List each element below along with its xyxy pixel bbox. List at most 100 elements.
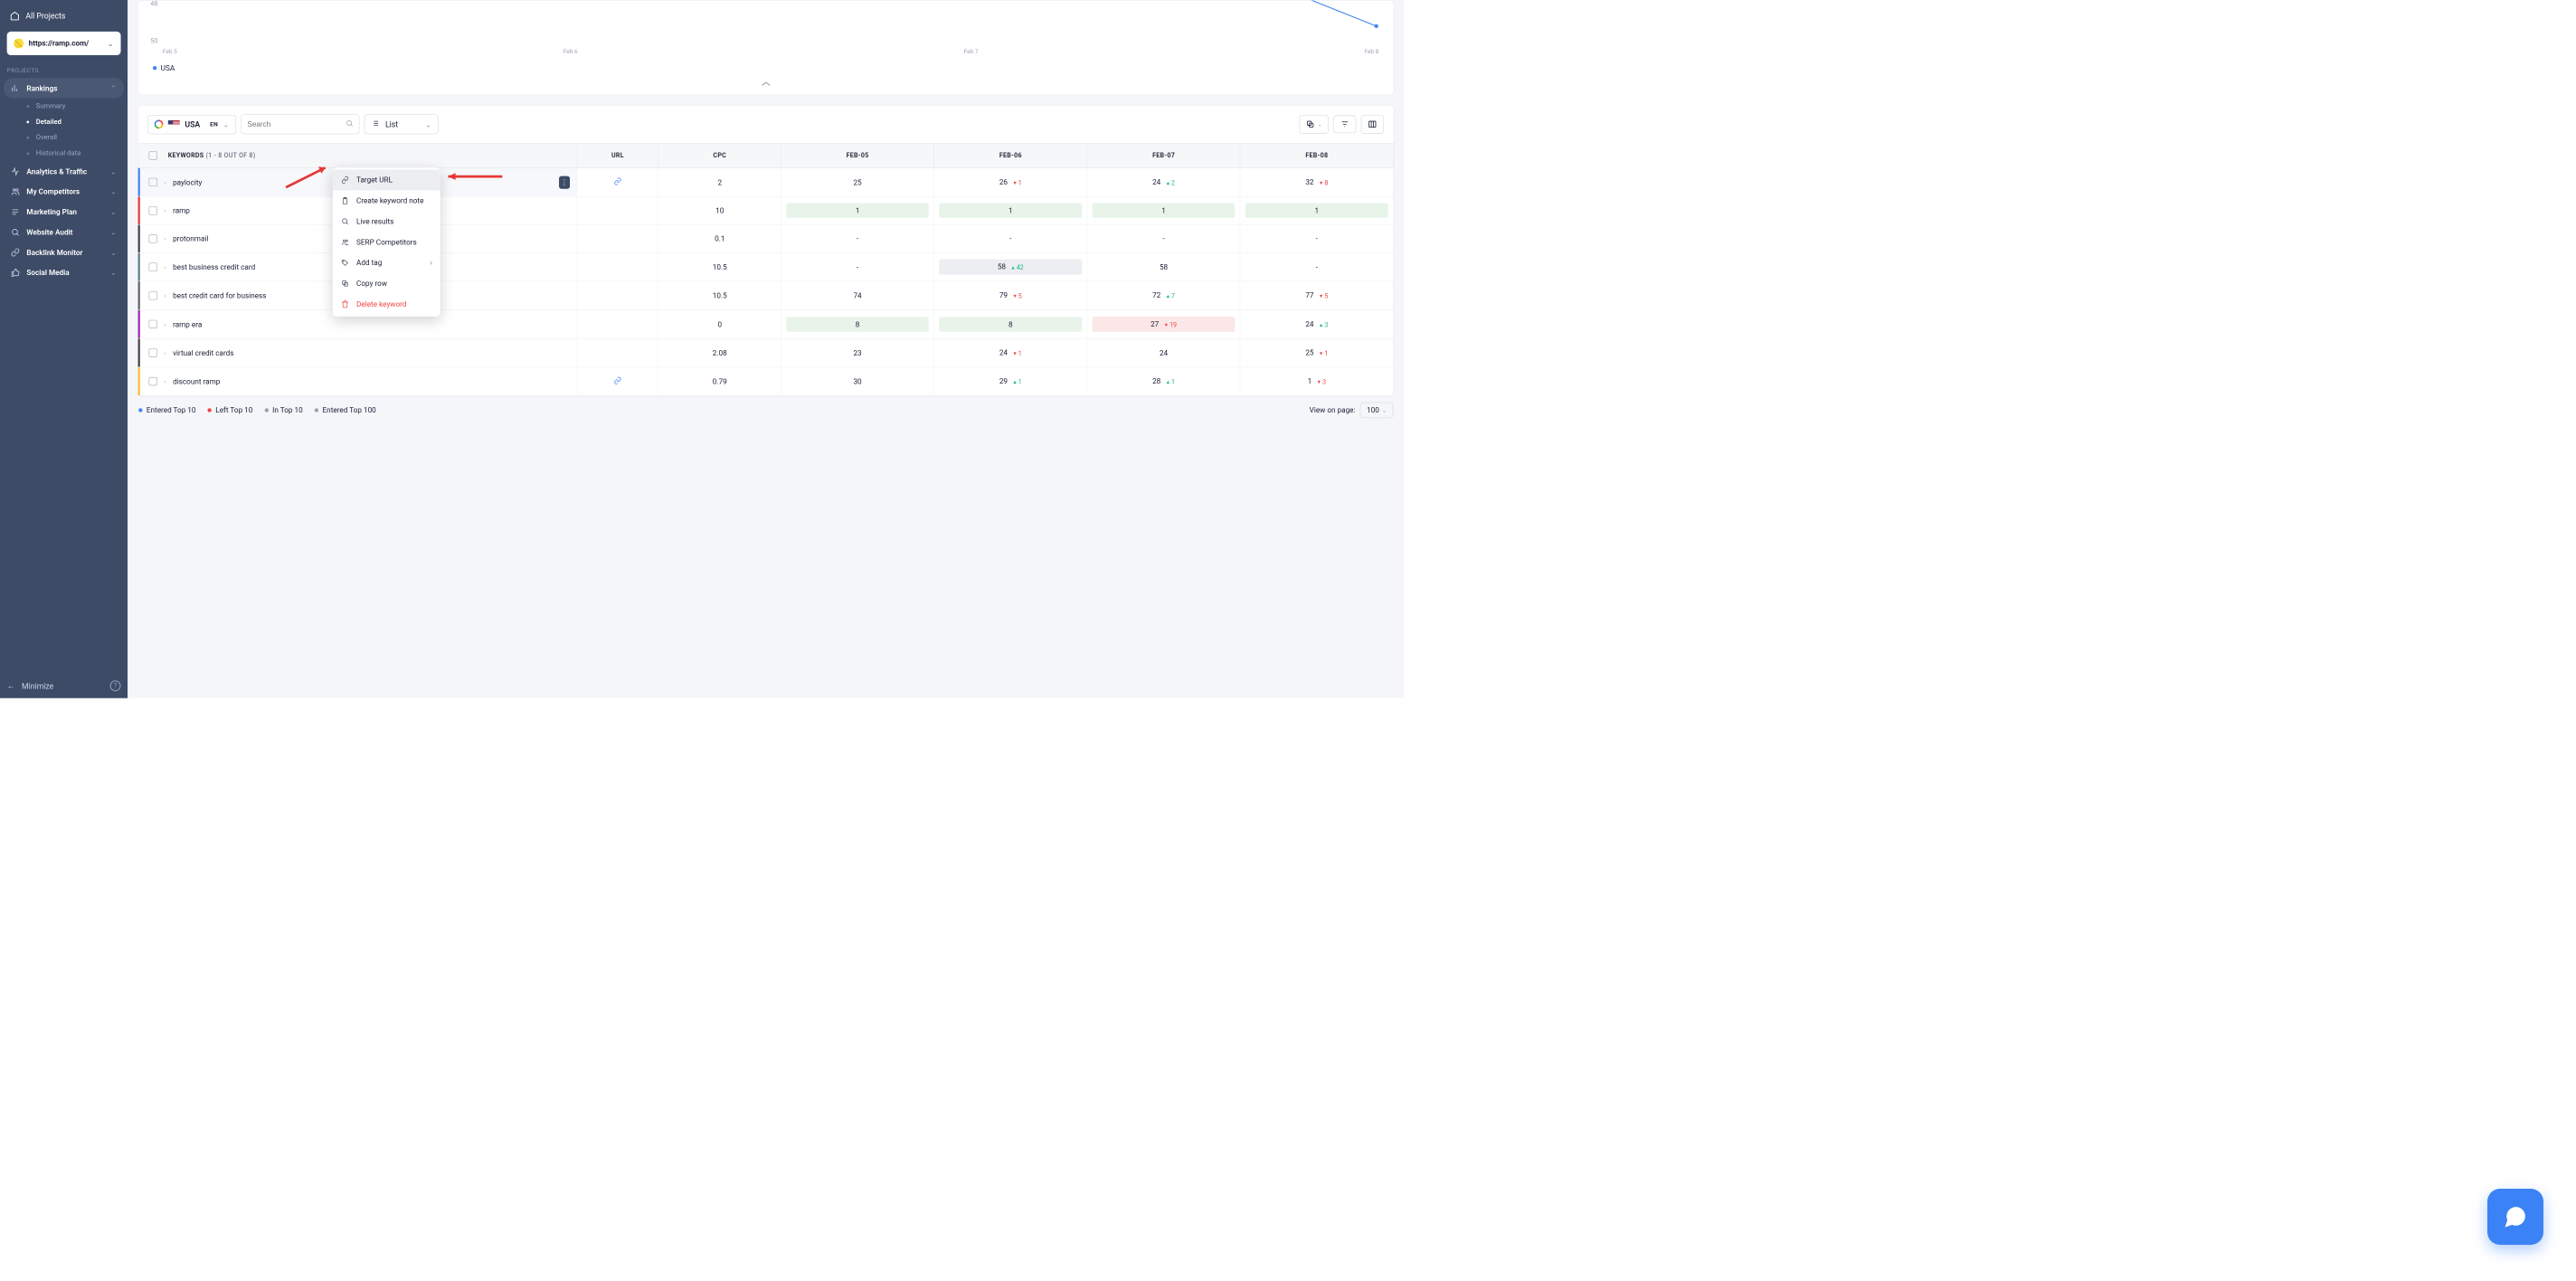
chevron-down-icon: ⌄ [110, 248, 117, 257]
url-cell[interactable] [577, 338, 658, 367]
expand-row-icon[interactable]: › [164, 378, 166, 385]
rank-cell: - [781, 224, 933, 252]
row-checkbox[interactable] [149, 178, 157, 186]
rank-cell: 1 [1240, 196, 1393, 224]
col-feb06[interactable]: FEB-06 [934, 143, 1087, 167]
url-cell[interactable] [577, 196, 658, 224]
expand-row-icon[interactable]: › [164, 179, 166, 186]
collapse-chart-button[interactable] [138, 76, 1394, 90]
row-more-button[interactable]: ⋮ [559, 176, 570, 188]
table-row: › best credit card for business 10.5 747… [138, 281, 1394, 310]
all-projects-link[interactable]: All Projects [7, 7, 121, 25]
col-feb07[interactable]: FEB-07 [1087, 143, 1240, 167]
expand-row-icon[interactable]: › [164, 349, 166, 356]
sub-nav-detailed[interactable]: Detailed [20, 114, 124, 129]
chevron-down-icon: ⌄ [1318, 121, 1322, 128]
url-cell[interactable] [577, 367, 658, 396]
row-checkbox[interactable] [149, 234, 157, 242]
legend-label: USA [161, 63, 175, 72]
nav-icon [11, 248, 20, 257]
nav-item-backlink-monitor[interactable]: Backlink Monitor ⌄ [4, 242, 123, 262]
nav-item-rankings[interactable]: Rankings⌃ [4, 78, 123, 98]
rank-cell: - [1087, 224, 1240, 252]
nav-item-website-audit[interactable]: Website Audit⌄ [4, 222, 123, 242]
nav-item-analytics-traffic[interactable]: Analytics & Traffic⌄ [4, 161, 123, 181]
chat-fab[interactable] [2487, 1189, 2543, 1245]
legend-item: Entered Top 10 [138, 406, 195, 415]
nav-label: Backlink Monitor [26, 248, 103, 257]
expand-row-icon[interactable]: › [164, 321, 166, 328]
menu-item-serp-competitors[interactable]: SERP Competitors [333, 232, 440, 252]
x-tick: Feb 8 [1364, 48, 1378, 55]
url-cell[interactable] [577, 252, 658, 281]
view-mode-selector[interactable]: List ⌄ [365, 114, 439, 134]
sub-nav-label: Overall [36, 134, 57, 142]
rank-cell: 74 [781, 281, 933, 310]
rank-cell: 30 [781, 367, 933, 396]
url-cell[interactable] [577, 168, 658, 197]
col-feb08[interactable]: FEB-08 [1240, 143, 1393, 167]
sub-nav-historical-data[interactable]: Historical data [20, 146, 124, 161]
filter-button[interactable] [1333, 116, 1356, 134]
row-checkbox[interactable] [149, 291, 157, 299]
page-size-selector[interactable]: 100 ⌄ [1360, 403, 1393, 418]
url-cell[interactable] [577, 224, 658, 252]
keyword-text: ramp era [173, 319, 202, 328]
all-projects-label: All Projects [25, 11, 65, 20]
x-tick: Feb 7 [964, 48, 979, 55]
nav-label: My Competitors [26, 187, 103, 196]
nav-item-social-media[interactable]: Social Media⌄ [4, 262, 123, 282]
select-all-checkbox[interactable] [149, 151, 157, 159]
menu-item-live-results[interactable]: Live results [333, 211, 440, 232]
expand-row-icon[interactable]: › [164, 207, 166, 214]
sub-nav-overall[interactable]: Overall [20, 129, 124, 145]
chat-icon [2503, 1205, 2528, 1229]
project-selector[interactable]: 📐 https://ramp.com/ ⌄ [7, 32, 121, 55]
col-feb05[interactable]: FEB-05 [781, 143, 933, 167]
url-cell[interactable] [577, 281, 658, 310]
copy-button[interactable]: ⌄ [1300, 115, 1329, 134]
row-checkbox[interactable] [149, 348, 157, 356]
nav-label: Marketing Plan [26, 207, 103, 216]
sub-nav-summary[interactable]: Summary [20, 98, 124, 113]
menu-item-add-tag[interactable]: Add tag› [333, 252, 440, 273]
columns-button[interactable] [1361, 115, 1384, 134]
x-tick: Feb 5 [163, 48, 177, 55]
menu-item-target-url[interactable]: Target URL [333, 169, 440, 190]
minimize-label: Minimize [22, 681, 53, 690]
menu-item-copy-row[interactable]: Copy row [333, 273, 440, 294]
country-label: USA [185, 119, 200, 128]
col-url[interactable]: URL [577, 143, 658, 167]
legend-label: In Top 10 [272, 406, 303, 415]
help-icon[interactable]: ? [110, 680, 121, 691]
keyword-text: protonmail [173, 234, 208, 243]
keyword-text: ramp [173, 206, 190, 215]
nav-item-marketing-plan[interactable]: Marketing Plan⌄ [4, 202, 123, 222]
row-checkbox[interactable] [149, 262, 157, 270]
legend-item: Entered Top 100 [315, 406, 376, 415]
chevron-right-icon: › [431, 259, 432, 268]
menu-item-delete-keyword[interactable]: Delete keyword [333, 294, 440, 315]
nav-label: Analytics & Traffic [26, 166, 103, 176]
nav-item-my-competitors[interactable]: My Competitors⌄ [4, 182, 123, 202]
col-cpc[interactable]: CPC [658, 143, 781, 167]
legend-dot [208, 408, 212, 412]
list-icon [371, 119, 380, 129]
chevron-down-icon: ⌄ [110, 268, 117, 277]
row-checkbox[interactable] [149, 377, 157, 385]
minimize-button[interactable]: ← Minimize [7, 681, 54, 691]
row-checkbox[interactable] [149, 206, 157, 214]
projects-section-label: PROJECTS [0, 60, 128, 78]
row-checkbox[interactable] [149, 320, 157, 328]
url-cell[interactable] [577, 310, 658, 339]
keyword-text: paylocity [173, 177, 202, 186]
chart-panel: AVE 48 50 Feb 5 Feb 6 Feb 7 Feb 8 USA [137, 0, 1394, 95]
nav-icon [11, 166, 20, 176]
country-selector[interactable]: USA EN ⌄ [148, 115, 236, 134]
expand-row-icon[interactable]: › [164, 235, 166, 242]
menu-item-create-keyword-note[interactable]: Create keyword note [333, 190, 440, 211]
expand-row-icon[interactable]: › [164, 263, 166, 270]
search-input[interactable] [247, 120, 345, 128]
page-size-value: 100 [1367, 406, 1379, 415]
expand-row-icon[interactable]: › [164, 292, 166, 299]
